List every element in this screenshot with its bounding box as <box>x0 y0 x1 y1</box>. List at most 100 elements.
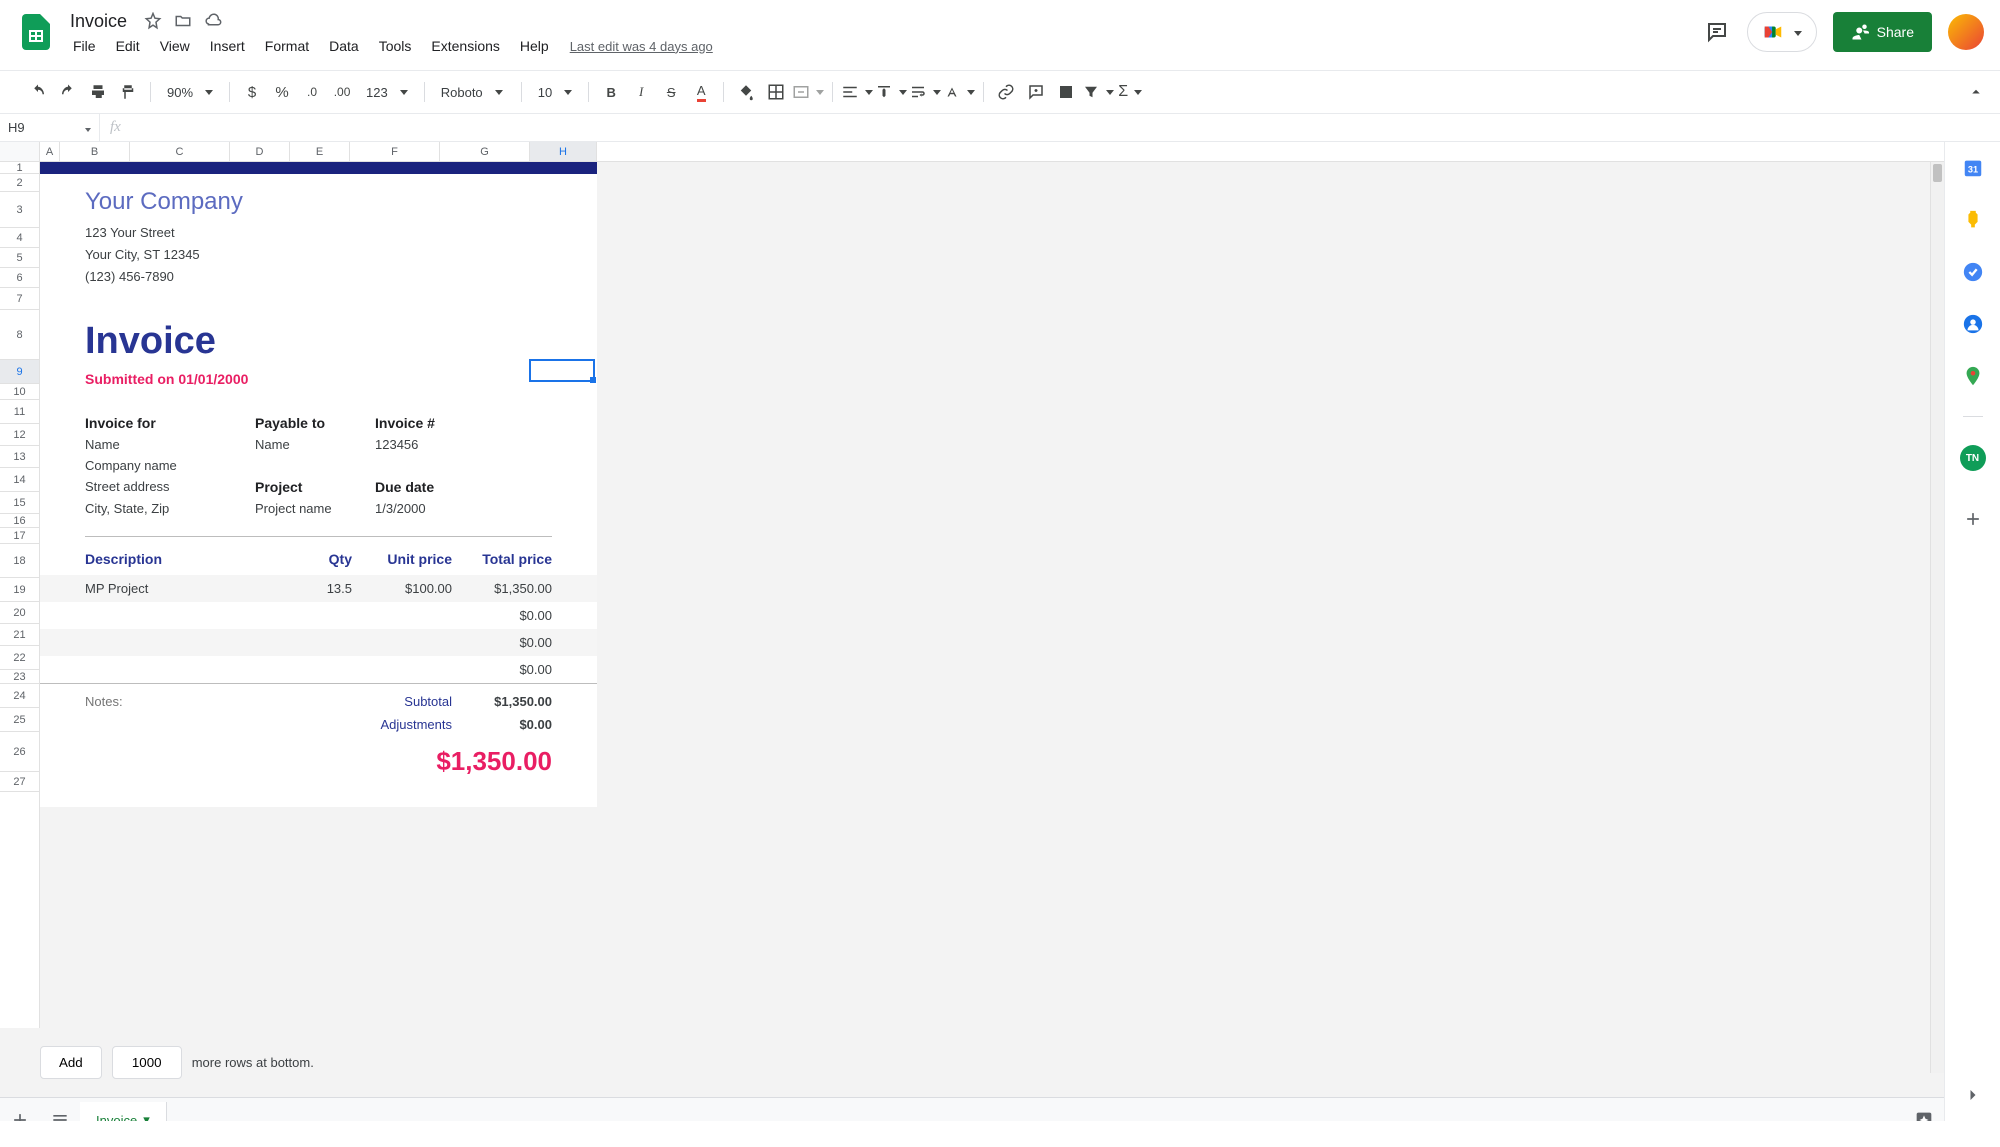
undo-icon[interactable] <box>24 78 52 106</box>
menu-data[interactable]: Data <box>320 34 368 58</box>
row-header[interactable]: 4 <box>0 228 39 248</box>
line-total[interactable]: $1,350.00 <box>452 581 552 596</box>
menu-file[interactable]: File <box>64 34 105 58</box>
paint-format-icon[interactable] <box>114 78 142 106</box>
row-header[interactable]: 6 <box>0 268 39 288</box>
italic-icon[interactable]: I <box>627 78 655 106</box>
menu-insert[interactable]: Insert <box>201 34 254 58</box>
menu-tools[interactable]: Tools <box>370 34 421 58</box>
due-date[interactable]: 1/3/2000 <box>375 501 552 516</box>
notes-label[interactable]: Notes: <box>85 694 272 709</box>
row-header[interactable]: 8 <box>0 310 39 360</box>
row-header[interactable]: 27 <box>0 772 39 792</box>
line-desc[interactable]: MP Project <box>85 581 282 596</box>
vertical-scrollbar[interactable] <box>1930 162 1944 1073</box>
zoom-select[interactable]: 90% <box>159 78 221 106</box>
col-qty[interactable]: Qty <box>282 551 352 567</box>
column-header[interactable]: E <box>290 142 350 161</box>
functions-icon[interactable]: Σ <box>1116 78 1144 106</box>
row-header[interactable]: 10 <box>0 384 39 400</box>
number-format-select[interactable]: 123 <box>358 78 416 106</box>
submitted-date[interactable]: Submitted on 01/01/2000 <box>40 363 597 387</box>
doc-name[interactable]: Invoice <box>64 9 133 34</box>
adjustments-label[interactable]: Adjustments <box>272 717 452 732</box>
subtotal-label[interactable]: Subtotal <box>272 694 452 709</box>
text-color-icon[interactable]: A <box>687 78 715 106</box>
row-header[interactable]: 7 <box>0 288 39 310</box>
company-city[interactable]: Your City, ST 12345 <box>85 244 597 266</box>
calendar-icon[interactable]: 31 <box>1961 156 1985 180</box>
meet-button[interactable] <box>1747 12 1817 52</box>
line-total[interactable]: $0.00 <box>452 635 552 650</box>
row-header[interactable]: 11 <box>0 400 39 424</box>
hd-invoice-no[interactable]: Invoice # <box>375 415 552 431</box>
share-button[interactable]: Share <box>1833 12 1932 52</box>
company-name[interactable]: Your Company <box>40 174 597 216</box>
keep-icon[interactable] <box>1961 208 1985 232</box>
filter-icon[interactable] <box>1082 78 1114 106</box>
bold-icon[interactable]: B <box>597 78 625 106</box>
col-unit-price[interactable]: Unit price <box>352 551 452 567</box>
line-item[interactable]: $0.00 <box>40 602 597 629</box>
invoice-number[interactable]: 123456 <box>375 437 552 452</box>
add-rows-button[interactable]: Add <box>40 1046 102 1079</box>
hd-invoice-for[interactable]: Invoice for <box>85 415 255 431</box>
collapse-toolbar-icon[interactable] <box>1962 78 1990 106</box>
row-header[interactable]: 19 <box>0 578 39 602</box>
grand-total[interactable]: $1,350.00 <box>272 740 552 777</box>
for-street[interactable]: Street address <box>85 479 255 495</box>
line-item[interactable]: MP Project 13.5 $100.00 $1,350.00 <box>40 575 597 602</box>
row-header[interactable]: 22 <box>0 646 39 670</box>
subtotal-value[interactable]: $1,350.00 <box>452 694 552 709</box>
col-description[interactable]: Description <box>85 551 282 567</box>
row-header[interactable]: 9 <box>0 360 39 384</box>
menu-view[interactable]: View <box>151 34 199 58</box>
merge-cells-icon[interactable] <box>792 78 824 106</box>
row-header[interactable]: 16 <box>0 514 39 528</box>
row-header[interactable]: 5 <box>0 248 39 268</box>
cloud-status-icon[interactable] <box>203 11 223 31</box>
insert-comment-icon[interactable] <box>1022 78 1050 106</box>
strikethrough-icon[interactable]: S <box>657 78 685 106</box>
maps-icon[interactable] <box>1961 364 1985 388</box>
invoice-title[interactable]: Invoice <box>40 288 597 363</box>
menu-edit[interactable]: Edit <box>107 34 149 58</box>
name-box[interactable]: H9 <box>0 114 100 141</box>
font-size-select[interactable]: 10 <box>530 78 580 106</box>
addon-icon[interactable]: TN <box>1960 445 1986 471</box>
decrease-decimal-icon[interactable]: .0 <box>298 78 326 106</box>
menu-help[interactable]: Help <box>511 34 558 58</box>
row-header[interactable]: 3 <box>0 192 39 228</box>
sheet-tab[interactable]: Invoice ▾ <box>80 1102 167 1121</box>
hd-project[interactable]: Project <box>255 479 375 495</box>
row-header[interactable]: 21 <box>0 624 39 646</box>
menu-format[interactable]: Format <box>256 34 318 58</box>
add-rows-count-input[interactable] <box>112 1046 182 1079</box>
row-header[interactable]: 20 <box>0 602 39 624</box>
add-sheet-icon[interactable] <box>0 1100 40 1121</box>
for-name[interactable]: Name <box>85 437 255 452</box>
company-street[interactable]: 123 Your Street <box>85 222 597 244</box>
column-header[interactable]: G <box>440 142 530 161</box>
font-select[interactable]: Roboto <box>433 78 513 106</box>
h-align-icon[interactable] <box>841 78 873 106</box>
payable-name[interactable]: Name <box>255 437 375 452</box>
text-wrap-icon[interactable] <box>909 78 941 106</box>
row-header[interactable]: 23 <box>0 670 39 684</box>
col-total-price[interactable]: Total price <box>452 551 552 567</box>
percent-icon[interactable]: % <box>268 78 296 106</box>
print-icon[interactable] <box>84 78 112 106</box>
line-total[interactable]: $0.00 <box>452 608 552 623</box>
move-icon[interactable] <box>173 11 193 31</box>
column-header[interactable]: F <box>350 142 440 161</box>
insert-chart-icon[interactable] <box>1052 78 1080 106</box>
menu-extensions[interactable]: Extensions <box>422 34 508 58</box>
row-header[interactable]: 25 <box>0 708 39 732</box>
row-header[interactable]: 12 <box>0 424 39 446</box>
text-rotate-icon[interactable] <box>943 78 975 106</box>
line-total[interactable]: $0.00 <box>452 662 552 677</box>
row-header[interactable]: 26 <box>0 732 39 772</box>
explore-icon[interactable] <box>1904 1100 1944 1121</box>
tasks-icon[interactable] <box>1961 260 1985 284</box>
column-header[interactable]: C <box>130 142 230 161</box>
